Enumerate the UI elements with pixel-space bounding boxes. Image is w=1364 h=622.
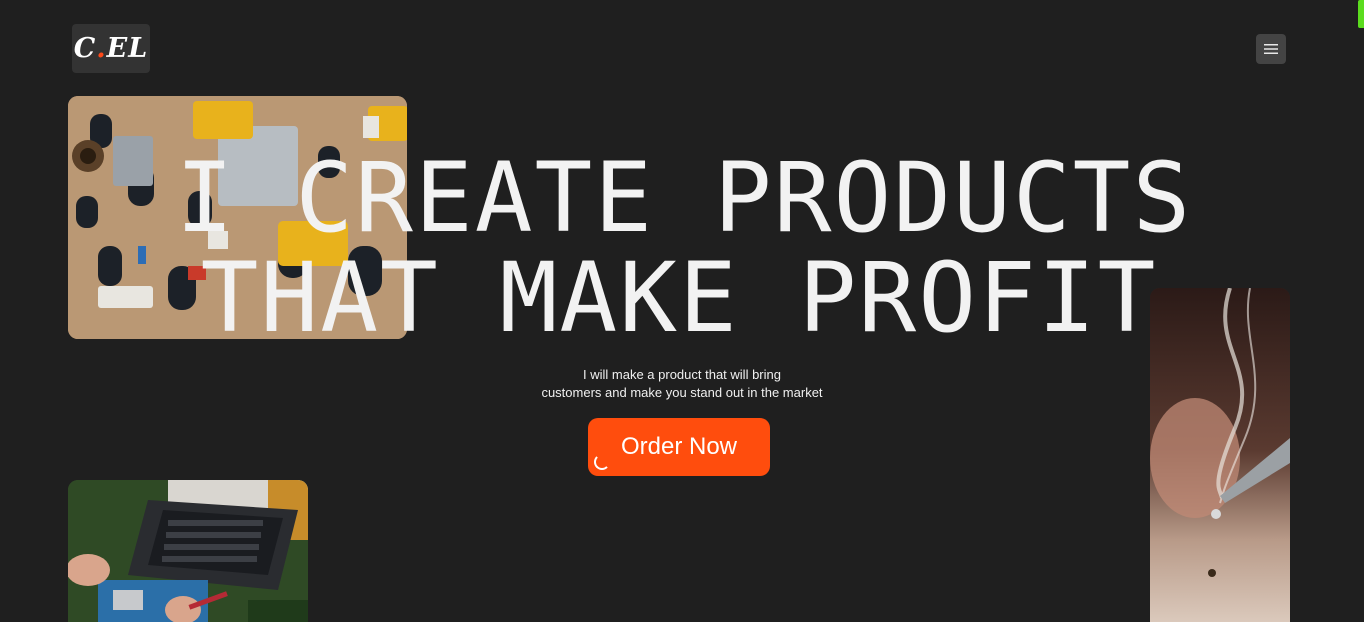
headline-line-1: I CREATE PRODUCTS — [175, 142, 1193, 254]
laptop-repair-photo — [68, 480, 308, 622]
hero-subtitle: I will make a product that will bring cu… — [0, 366, 1364, 402]
hero-headline: I CREATE PRODUCTS THAT MAKE PROFIT — [0, 148, 1364, 348]
page: C. EL I CREATE PRODUCTS THAT MAKE PROFIT… — [0, 0, 1364, 622]
logo[interactable]: C. EL — [72, 24, 150, 73]
subtitle-line-2: customers and make you stand out in the … — [541, 385, 823, 400]
headline-line-2: THAT MAKE PROFIT — [200, 242, 1158, 354]
order-now-button[interactable]: Order Now — [588, 418, 770, 476]
order-now-label: Order Now — [620, 433, 738, 460]
logo-letters-el: EL — [106, 33, 149, 64]
logo-dot: . — [96, 33, 107, 64]
hamburger-icon — [1264, 44, 1278, 54]
loading-spinner-icon — [594, 454, 610, 470]
menu-button[interactable] — [1256, 34, 1286, 64]
scroll-indicator[interactable] — [1358, 0, 1364, 28]
subtitle-line-1: I will make a product that will bring — [583, 367, 781, 382]
logo-letter-c: C — [73, 33, 97, 64]
